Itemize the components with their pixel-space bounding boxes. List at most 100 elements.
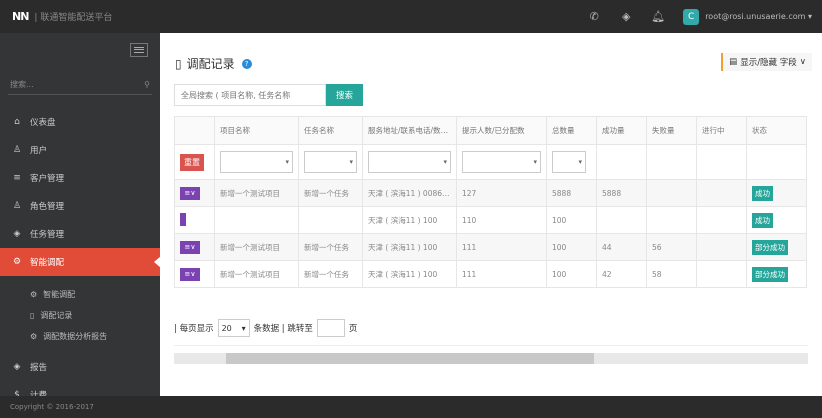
table-cell: 111	[456, 260, 547, 288]
column-header[interactable]: 进行中	[696, 116, 747, 145]
filter-select[interactable]: ▾	[462, 151, 541, 173]
table-cell: 新增一个测试项目	[214, 260, 299, 288]
search-button[interactable]: 搜索	[326, 84, 363, 106]
column-header[interactable]: 项目名称	[214, 116, 299, 145]
menu-toggle-icon[interactable]	[130, 43, 148, 57]
sidebar-search[interactable]: 搜索... ⚲	[8, 75, 152, 95]
pager-prefix: | 每页显示	[174, 324, 214, 334]
sidebar-item-label: 仪表盘	[30, 118, 56, 128]
filter-select[interactable]: ▾	[552, 151, 586, 173]
table-cell: 新增一个任务	[298, 179, 363, 207]
document-icon: ▯	[175, 56, 182, 71]
app-logo[interactable]: NN | 联通智能配送平台	[0, 10, 160, 23]
table-cell: 新增一个任务	[298, 260, 363, 288]
table-cell: 5888	[596, 179, 647, 207]
user-menu[interactable]: C root@rosi.unusaerie.com ▾	[683, 8, 812, 25]
sidebar: 搜索... ⚲ ⌂ 仪表盘 ♙ 用户 ≡ 客户管理 ♙ 角色管理 ◈ 任务管理 …	[0, 33, 160, 418]
chevron-down-icon: ∨	[799, 57, 806, 67]
table-cell	[696, 179, 747, 207]
filter-cell: ▾	[362, 144, 457, 180]
sidebar-item-customers[interactable]: ≡ 客户管理	[0, 164, 160, 192]
sidebar-item-roles[interactable]: ♙ 角色管理	[0, 192, 160, 220]
database-icon: ≡	[13, 173, 21, 183]
table-row[interactable]: ≡∨ 新增一个测试项目 新增一个任务 天津 ( 滨海11 ) 100 111 1…	[174, 260, 807, 288]
app-title: | 联通智能配送平台	[34, 13, 113, 23]
sidebar-item-dashboard[interactable]: ⌂ 仪表盘	[0, 108, 160, 136]
sidebar-search-input[interactable]: 搜索...	[10, 79, 34, 90]
sidebar-subitem-report[interactable]: ⚙ 调配数据分析报告	[0, 326, 160, 347]
gear-icon: ⚙	[12, 257, 22, 267]
bell-icon[interactable]: 🔔︎	[651, 10, 665, 24]
top-bar: NN | 联通智能配送平台 ✆ ◈ 🔔︎ C root@rosi.unusaer…	[0, 0, 822, 33]
sidebar-item-label: 用户	[30, 146, 48, 156]
table-cell: 100	[546, 233, 597, 261]
copyright-text: Copyright © 2016-2017	[10, 403, 94, 411]
column-header[interactable]: 成功量	[596, 116, 647, 145]
row-action-button[interactable]: ≡∨	[180, 186, 200, 200]
table-cell: 天津 ( 滨海11 ) 100	[362, 260, 457, 288]
row-action-button[interactable]	[180, 212, 186, 226]
horizontal-scrollbar[interactable]	[174, 353, 808, 364]
status-badge: 成功	[752, 185, 773, 201]
reset-filter-button[interactable]: 重置	[180, 153, 204, 171]
table-cell	[214, 206, 299, 234]
phone-icon[interactable]: ✆	[587, 10, 601, 24]
column-header[interactable]: 总数量	[546, 116, 597, 145]
home-icon: ⌂	[14, 117, 20, 127]
jump-page-input[interactable]	[316, 319, 345, 337]
status-badge: 成功	[752, 212, 773, 228]
search-icon[interactable]: ⚲	[144, 80, 150, 89]
search-row: 搜索	[174, 84, 363, 106]
column-header[interactable]: 提示人数/已分配数	[456, 116, 547, 145]
table-cell: 新增一个测试项目	[214, 233, 299, 261]
table-cell: 成功	[746, 206, 807, 234]
page-size-value: 20	[221, 323, 232, 333]
divider	[174, 345, 808, 346]
page-size-select[interactable]: 20 ▾	[217, 319, 250, 337]
layers-icon: ◈	[13, 362, 21, 372]
sidebar-subitem-dispatch[interactable]: ⚙ 智能调配	[0, 284, 160, 305]
filter-cell: 重置	[174, 144, 215, 180]
table-cell: 新增一个测试项目	[214, 179, 299, 207]
sidebar-item-users[interactable]: ♙ 用户	[0, 136, 160, 164]
filter-cell	[646, 144, 697, 180]
filter-select[interactable]: ▾	[220, 151, 293, 173]
filter-cell	[746, 144, 807, 180]
table-row[interactable]: ≡∨ 新增一个测试项目 新增一个任务 天津 ( 滨海11 ) 100 111 1…	[174, 233, 807, 261]
sidebar-subitem-records[interactable]: ▯ 调配记录	[0, 305, 160, 326]
filter-select[interactable]: ▾	[368, 151, 451, 173]
sidebar-item-label: 任务管理	[30, 230, 65, 240]
help-icon[interactable]: ?	[241, 58, 252, 69]
filter-select[interactable]: ▾	[304, 151, 357, 173]
table-cell	[174, 206, 215, 234]
table-cell: 100	[546, 206, 597, 234]
column-header[interactable]: 服务地址/联系电话/数据量	[362, 116, 457, 145]
user-icon: ♙	[12, 145, 22, 155]
table-cell: 111	[456, 233, 547, 261]
chevron-down-icon: ▾	[241, 323, 246, 333]
logo-mark: NN	[12, 10, 29, 23]
toggle-fields-button[interactable]: ▤ 显示/隐藏 字段 ∨	[721, 53, 812, 71]
page-title-text: 调配记录	[186, 57, 235, 71]
pagination: | 每页显示 20 ▾ 条数据 | 跳转至 页	[174, 319, 357, 337]
sidebar-item-dispatch[interactable]: ⚙ 智能调配	[0, 248, 160, 276]
sidebar-item-report[interactable]: ◈ 报告	[0, 353, 160, 381]
table-cell	[696, 206, 747, 234]
column-header[interactable]: 失败量	[646, 116, 697, 145]
table-cell	[646, 179, 697, 207]
global-search-input[interactable]	[174, 84, 326, 106]
table-cell: ≡∨	[174, 179, 215, 207]
table-row[interactable]: ≡∨ 新增一个测试项目 新增一个任务 天津 ( 滨海11 ) 0086 shan…	[174, 179, 807, 207]
column-header[interactable]: 状态	[746, 116, 807, 145]
column-header[interactable]: 任务名称	[298, 116, 363, 145]
footer: Copyright © 2016-2017	[0, 396, 822, 418]
row-action-button[interactable]: ≡∨	[180, 267, 200, 281]
scrollbar-thumb[interactable]	[226, 353, 594, 364]
row-action-button[interactable]: ≡∨	[180, 240, 200, 254]
filter-cell	[696, 144, 747, 180]
sidebar-item-tasks[interactable]: ◈ 任务管理	[0, 220, 160, 248]
table-cell: 100	[546, 260, 597, 288]
table-row[interactable]: 天津 ( 滨海11 ) 100 110 100 成功	[174, 206, 807, 234]
table-cell	[646, 206, 697, 234]
layers-icon[interactable]: ◈	[619, 10, 633, 24]
